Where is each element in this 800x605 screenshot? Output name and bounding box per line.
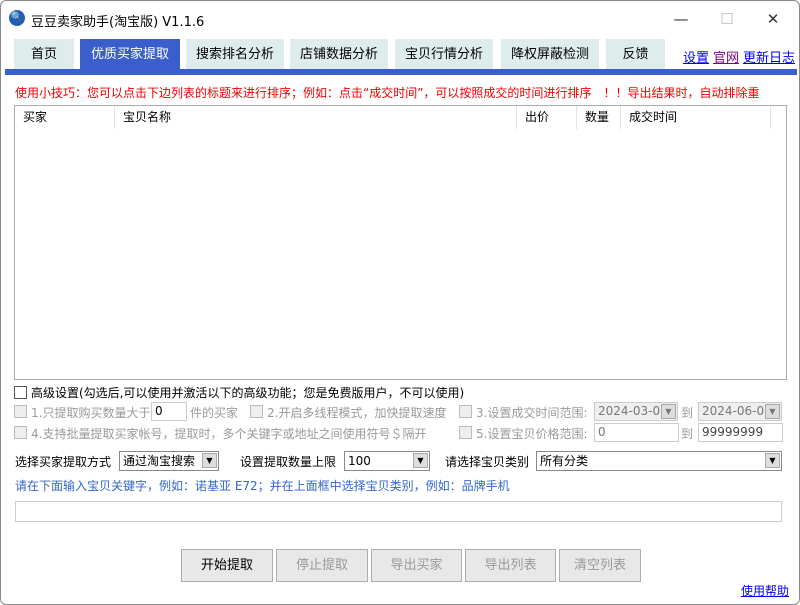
column-item-name[interactable]: 宝贝名称 (115, 106, 517, 129)
price-to-input[interactable]: 99999999 (698, 423, 783, 442)
usage-tip: 使用小技巧：您可以点击下边列表的标题来进行排序；例如：点击“成交时间”，可以按照… (15, 86, 760, 100)
close-button[interactable]: ✕ (753, 7, 793, 31)
settings-link[interactable]: 设置 (683, 47, 709, 66)
price-from-input[interactable]: 0 (594, 423, 679, 442)
advanced-settings-checkbox[interactable] (14, 386, 27, 399)
date-to-value: 2024-06-05 (702, 404, 772, 418)
start-extract-button[interactable]: 开始提取 (181, 549, 273, 582)
tab-demotion-check[interactable]: 降权屏蔽检测 (501, 39, 599, 70)
date-from-value: 2024-03-05 (598, 404, 668, 418)
export-list-button[interactable]: 导出列表 (465, 549, 556, 582)
min-quantity-suffix: 件的买家 (190, 406, 239, 420)
date-to-picker[interactable]: 2024-06-05 ▼ (698, 402, 782, 421)
official-site-link[interactable]: 官网 (713, 47, 739, 66)
dropdown-arrow-icon[interactable]: ▼ (765, 404, 780, 419)
method-select[interactable]: 通过淘宝搜索 ▼ (119, 451, 219, 471)
tab-buyer-extract[interactable]: 优质买家提取 (80, 39, 180, 70)
column-buyer[interactable]: 买家 (15, 106, 115, 129)
tab-search-rank[interactable]: 搜索排名分析 (186, 39, 284, 70)
title-bar: 🔍 豆豆卖家助手(淘宝版) V1.1.6 — ☐ ✕ (1, 1, 799, 37)
limit-select[interactable]: 100 ▼ (344, 451, 430, 471)
column-deal-time[interactable]: 成交时间 (621, 106, 771, 129)
column-quantity[interactable]: 数量 (577, 106, 621, 129)
method-label: 选择买家提取方式 (15, 455, 112, 469)
min-quantity-label: 1.只提取购买数量大于 (31, 406, 151, 420)
batch-extract-label: 4.支持批量提取买家帐号，提取时，多个关键字或地址之间使用符号＄隔开 (31, 427, 427, 441)
app-window: 🔍 豆豆卖家助手(淘宝版) V1.1.6 — ☐ ✕ 首页 优质买家提取 搜索排… (0, 0, 800, 605)
changelog-link[interactable]: 更新日志 (743, 47, 795, 66)
keyword-input[interactable] (15, 501, 782, 522)
column-bid[interactable]: 出价 (517, 106, 577, 129)
category-select[interactable]: 所有分类 ▼ (536, 451, 782, 471)
multithread-checkbox[interactable] (250, 405, 263, 418)
dropdown-arrow-icon[interactable]: ▼ (765, 453, 780, 468)
keyword-hint: 请在下面输入宝贝关键字，例如：诺基亚 E72；并在上面框中选择宝贝类别，例如：品… (15, 479, 510, 493)
help-link[interactable]: 使用帮助 (741, 582, 789, 599)
stop-extract-button[interactable]: 停止提取 (276, 549, 368, 582)
dropdown-arrow-icon[interactable]: ▼ (413, 453, 428, 468)
dropdown-arrow-icon[interactable]: ▼ (202, 453, 217, 468)
minimize-button[interactable]: — (661, 7, 701, 31)
limit-value: 100 (348, 454, 371, 468)
tab-underline (5, 69, 797, 75)
batch-extract-checkbox[interactable] (14, 426, 27, 439)
method-value: 通过淘宝搜索 (123, 454, 196, 468)
app-search-icon: 🔍 (9, 10, 25, 26)
tab-shop-data[interactable]: 店铺数据分析 (290, 39, 388, 70)
min-quantity-checkbox[interactable] (14, 405, 27, 418)
tab-home[interactable]: 首页 (14, 39, 74, 70)
multithread-label: 2.开启多线程模式，加快提取速度 (267, 406, 447, 420)
export-buyers-button[interactable]: 导出买家 (371, 549, 462, 582)
date-from-picker[interactable]: 2024-03-05 ▼ (594, 402, 678, 421)
category-value: 所有分类 (540, 454, 589, 468)
advanced-settings-label: 高级设置(勾选后,可以使用并激活以下的高级功能；您是免费版用户，不可以使用) (31, 386, 465, 400)
time-range-label: 3.设置成交时间范围: (476, 406, 588, 420)
tab-item-market[interactable]: 宝贝行情分析 (395, 39, 493, 70)
buyer-table[interactable]: 买家 宝贝名称 出价 数量 成交时间 (14, 105, 787, 380)
category-label: 请选择宝贝类别 (445, 455, 530, 469)
window-title: 豆豆卖家助手(淘宝版) V1.1.6 (31, 15, 205, 30)
maximize-button[interactable]: ☐ (707, 7, 747, 31)
min-quantity-input[interactable]: 0 (151, 402, 187, 421)
to-label-2: 到 (681, 427, 694, 441)
tab-feedback[interactable]: 反馈 (606, 39, 665, 70)
limit-label: 设置提取数量上限 (240, 455, 337, 469)
to-label: 到 (681, 406, 694, 420)
price-range-checkbox[interactable] (459, 426, 472, 439)
dropdown-arrow-icon[interactable]: ▼ (661, 404, 676, 419)
price-range-label: 5.设置宝贝价格范围: (476, 427, 588, 441)
time-range-checkbox[interactable] (459, 405, 472, 418)
clear-list-button[interactable]: 清空列表 (559, 549, 641, 582)
